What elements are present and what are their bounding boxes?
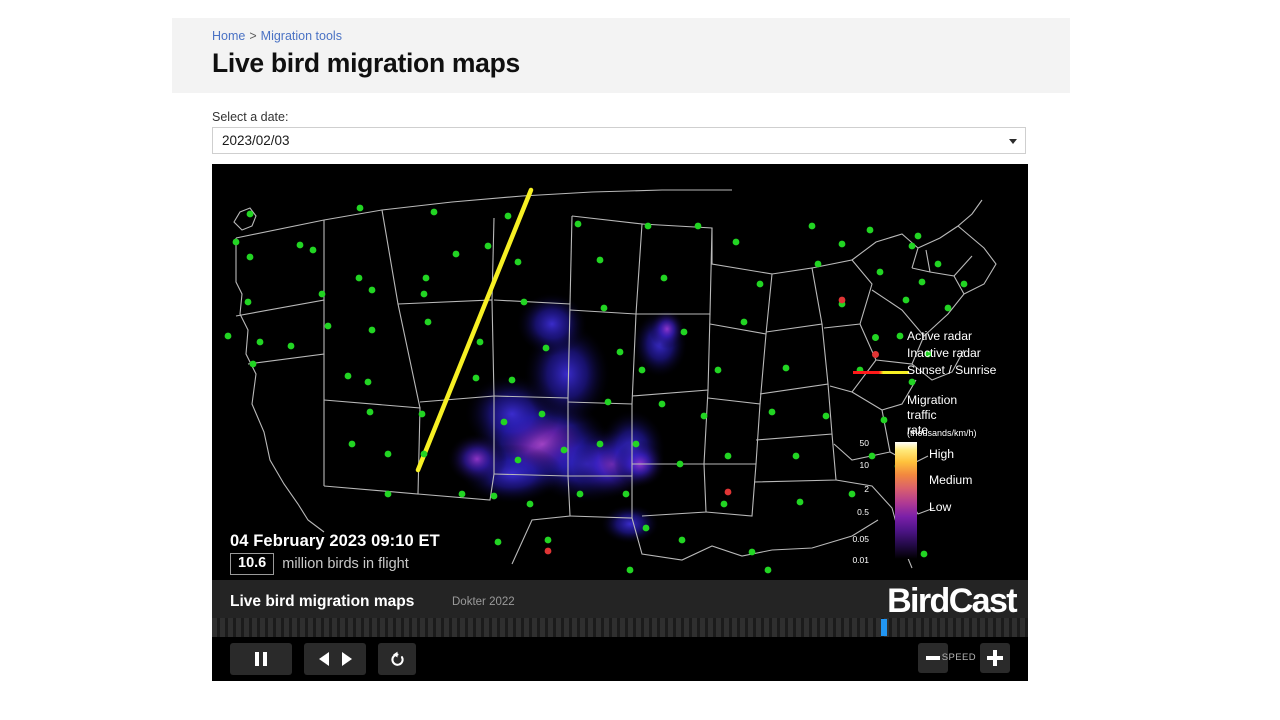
- breadcrumb-link-home[interactable]: Home: [212, 29, 245, 43]
- step-back-icon[interactable]: [319, 652, 329, 666]
- sunset-sunrise-line-icon: [853, 371, 909, 374]
- page-root: Home > Migration tools Live bird migration…: [0, 0, 1280, 720]
- map-panel: Active radar Inactive radar Sunset / Sun…: [212, 164, 1028, 681]
- birdcast-logo: BirdCast: [887, 582, 1016, 621]
- legend-label-sunset-sunrise: Sunset / Sunrise: [907, 363, 996, 377]
- reset-icon: [389, 651, 406, 668]
- breadcrumb-link-migration-tools[interactable]: Migration tools: [261, 29, 342, 43]
- colorbar-tick-0-05: 0.05: [852, 534, 869, 544]
- date-select[interactable]: 2023/02/03: [212, 127, 1026, 154]
- breadcrumb-separator: >: [249, 29, 256, 43]
- legend-label-active-radar: Active radar: [907, 329, 972, 343]
- colorbar-tick-50: 50: [860, 438, 869, 448]
- step-buttons-group[interactable]: [304, 643, 366, 675]
- timeline-ticks: [212, 618, 1028, 637]
- colorbar-word-low: Low: [929, 500, 951, 514]
- speed-increase-button[interactable]: [980, 643, 1010, 673]
- colorbar-tick-0-01: 0.01: [852, 555, 869, 565]
- colorbar-tick-2: 2: [864, 484, 869, 494]
- reset-button[interactable]: [378, 643, 416, 675]
- branding-credit: Dokter 2022: [452, 596, 515, 608]
- colorbar-tick-10: 10: [860, 460, 869, 470]
- timeline-playhead[interactable]: [881, 619, 887, 636]
- chevron-down-icon: [1009, 139, 1017, 144]
- plus-icon: [987, 650, 1003, 666]
- red-dot-icon: [872, 351, 879, 358]
- playback-controls: SPEED: [212, 637, 1028, 681]
- branding-title: Live bird migration maps: [230, 593, 414, 611]
- step-forward-icon[interactable]: [342, 652, 352, 666]
- page-title: Live bird migration maps: [212, 48, 520, 79]
- breadcrumb: Home > Migration tools: [212, 29, 342, 43]
- pause-button[interactable]: [230, 643, 292, 675]
- green-dot-icon: [872, 334, 879, 341]
- map-canvas[interactable]: Active radar Inactive radar Sunset / Sun…: [212, 164, 1028, 580]
- date-select-value: 2023/02/03: [222, 133, 290, 148]
- pause-icon: [255, 652, 259, 666]
- colorbar-word-medium: Medium: [929, 473, 972, 487]
- minus-icon: [926, 656, 940, 660]
- colorbar-word-high: High: [929, 447, 954, 461]
- bird-count-unit: million birds in flight: [282, 556, 409, 572]
- pause-icon-bar2: [263, 652, 267, 666]
- speed-controls: SPEED: [912, 637, 1010, 681]
- colorbar-units: (thousands/km/h): [907, 428, 977, 438]
- colorbar-tick-0-5: 0.5: [857, 507, 869, 517]
- colorbar-title-line1: Migration: [907, 393, 957, 408]
- speed-label: SPEED: [942, 652, 976, 663]
- map-timestamp: 04 February 2023 09:10 ET: [230, 532, 440, 551]
- legend-label-inactive-radar: Inactive radar: [907, 346, 981, 360]
- page-header-band: Home > Migration tools Live bird migration…: [172, 18, 1070, 93]
- colorbar-gradient: [895, 442, 917, 559]
- bird-count-value: 10.6: [230, 553, 274, 575]
- bird-count-row: 10.6 million birds in flight: [230, 553, 409, 575]
- date-picker-label: Select a date:: [212, 110, 288, 124]
- timeline-scrubber[interactable]: [212, 618, 1028, 637]
